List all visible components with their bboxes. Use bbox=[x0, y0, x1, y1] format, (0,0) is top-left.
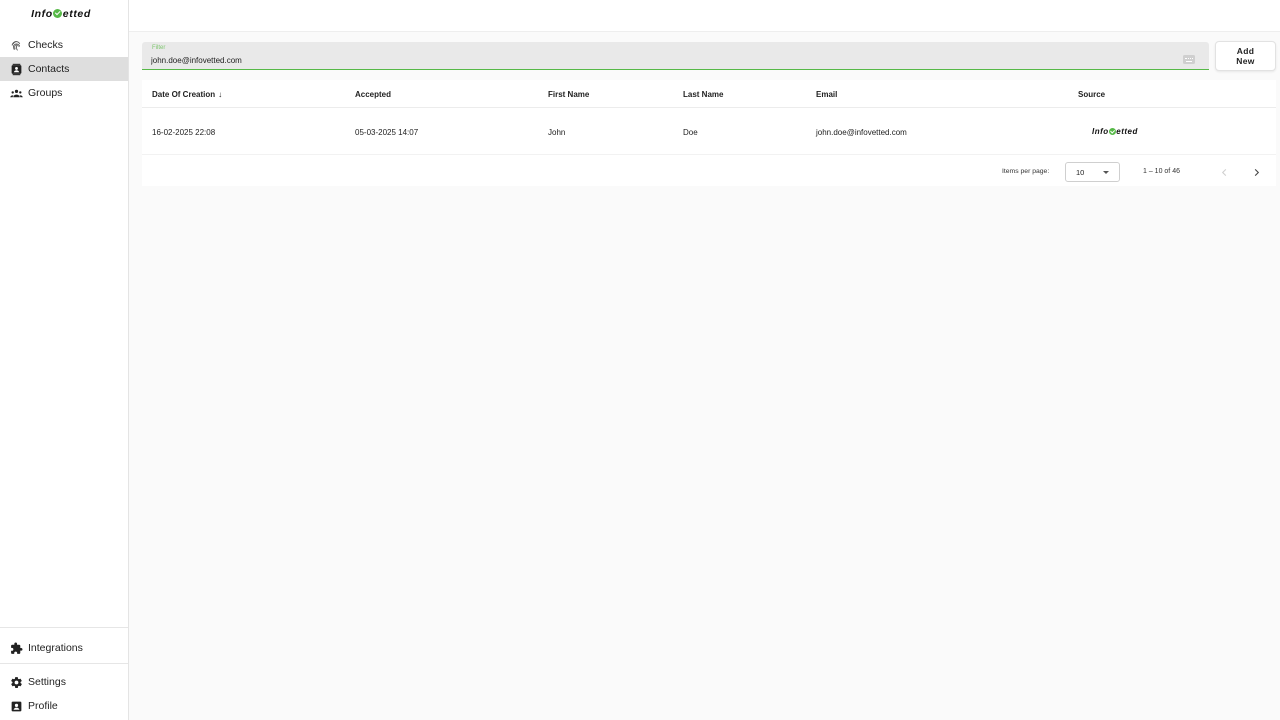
row-divider bbox=[142, 154, 1276, 155]
cell-date-of-creation: 16-02-2025 22:08 bbox=[152, 128, 216, 137]
sidebar-item-settings[interactable]: Settings bbox=[0, 670, 128, 694]
sidebar-divider bbox=[0, 663, 128, 664]
column-header-accepted[interactable]: Accepted bbox=[355, 90, 391, 99]
sidebar-divider bbox=[0, 627, 128, 628]
add-new-button[interactable]: Add New bbox=[1215, 41, 1276, 71]
sidebar-item-groups[interactable]: Groups bbox=[0, 81, 128, 105]
groups-icon bbox=[10, 87, 23, 100]
profile-icon bbox=[10, 700, 23, 713]
source-logo-suffix: etted bbox=[1116, 127, 1138, 136]
sidebar: Info etted Checks Contacts Groups Integr… bbox=[0, 0, 129, 720]
arrow-down-icon: ↓ bbox=[218, 90, 223, 99]
column-header-label: Date Of Creation bbox=[152, 90, 216, 99]
contacts-icon bbox=[10, 63, 23, 76]
cell-last-name: Doe bbox=[683, 128, 698, 137]
sidebar-item-label: Groups bbox=[28, 87, 63, 99]
cell-email: john.doe@infovetted.com bbox=[816, 128, 907, 137]
logo-text-prefix: Info bbox=[31, 8, 53, 20]
top-bar bbox=[129, 0, 1280, 32]
add-new-label-line2: New bbox=[1236, 56, 1255, 66]
logo-text-suffix: etted bbox=[62, 8, 91, 20]
column-header-email[interactable]: Email bbox=[816, 90, 837, 99]
range-label: 1 – 10 of 46 bbox=[1143, 168, 1180, 175]
items-per-page-select[interactable]: 10 bbox=[1065, 162, 1120, 182]
keyboard-icon[interactable] bbox=[1183, 55, 1195, 64]
next-page-button[interactable] bbox=[1248, 164, 1264, 180]
chevron-down-icon bbox=[1103, 171, 1109, 174]
cell-first-name: John bbox=[548, 128, 566, 137]
app-logo[interactable]: Info etted bbox=[0, 8, 122, 20]
header-divider bbox=[142, 107, 1276, 108]
sidebar-item-label: Integrations bbox=[28, 642, 83, 654]
contacts-table: Date Of Creation ↓ Accepted First Name La… bbox=[142, 80, 1276, 186]
chevron-right-icon bbox=[1254, 168, 1259, 176]
filter-field[interactable]: Filter bbox=[142, 42, 1209, 70]
sidebar-item-label: Profile bbox=[28, 700, 58, 712]
cell-accepted: 05-03-2025 14:07 bbox=[355, 128, 419, 137]
fingerprint-icon bbox=[10, 39, 23, 52]
cell-source-logo: Info etted bbox=[1092, 127, 1138, 136]
column-header-source[interactable]: Source bbox=[1078, 90, 1105, 99]
logo-check-icon bbox=[1108, 127, 1116, 135]
gear-icon bbox=[10, 676, 23, 689]
chevron-left-icon bbox=[1221, 168, 1226, 176]
sidebar-item-label: Contacts bbox=[28, 63, 70, 75]
puzzle-icon bbox=[10, 642, 23, 655]
filter-input[interactable] bbox=[151, 54, 1171, 66]
sidebar-item-label: Settings bbox=[28, 676, 66, 688]
filter-label: Filter bbox=[152, 45, 166, 51]
items-per-page-value: 10 bbox=[1076, 168, 1085, 177]
add-new-label-line1: Add bbox=[1236, 46, 1255, 56]
sidebar-item-contacts[interactable]: Contacts bbox=[0, 57, 128, 81]
column-header-last-name[interactable]: Last Name bbox=[683, 90, 723, 99]
items-per-page-label: Items per page: bbox=[1002, 168, 1050, 175]
sidebar-item-integrations[interactable]: Integrations bbox=[0, 636, 128, 660]
logo-check-icon bbox=[53, 9, 63, 18]
previous-page-button[interactable] bbox=[1216, 164, 1232, 180]
sidebar-item-profile[interactable]: Profile bbox=[0, 694, 128, 718]
sidebar-item-label: Checks bbox=[28, 39, 64, 51]
sidebar-item-checks[interactable]: Checks bbox=[0, 33, 128, 57]
column-header-first-name[interactable]: First Name bbox=[548, 90, 589, 99]
column-header-date-of-creation[interactable]: Date Of Creation ↓ bbox=[152, 90, 222, 99]
source-logo-prefix: Info bbox=[1092, 127, 1109, 136]
